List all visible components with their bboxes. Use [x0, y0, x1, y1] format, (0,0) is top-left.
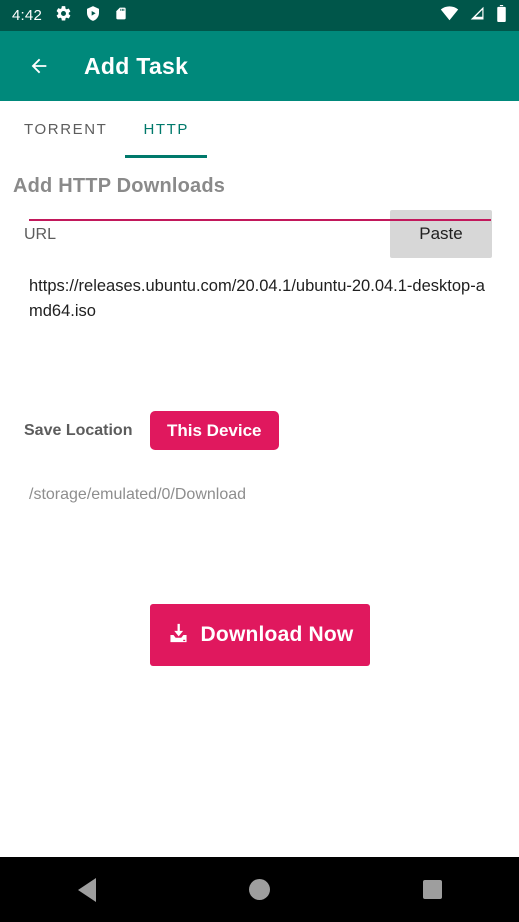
status-bar: 4:42: [0, 0, 519, 31]
download-now-button[interactable]: Download Now: [150, 604, 370, 666]
tab-torrent-label: TORRENT: [24, 121, 108, 138]
wifi-icon: [440, 5, 459, 26]
url-input-underline: [29, 219, 491, 221]
shield-play-icon: [85, 5, 101, 27]
page-title: Add Task: [84, 52, 189, 79]
sd-card-icon: [114, 5, 128, 27]
recents-square-icon: [423, 880, 442, 899]
download-now-label: Download Now: [200, 623, 354, 646]
gear-icon: [55, 5, 72, 27]
nav-recents-button[interactable]: [346, 880, 519, 899]
battery-icon: [496, 4, 507, 27]
nav-back-button[interactable]: [0, 877, 173, 902]
back-arrow-icon[interactable]: [22, 49, 56, 83]
url-input-value: https://releases.ubuntu.com/20.04.1/ubun…: [29, 277, 485, 320]
tab-http[interactable]: HTTP: [125, 101, 208, 158]
section-heading: Add HTTP Downloads: [13, 175, 226, 197]
save-location-path: /storage/emulated/0/Download: [29, 486, 247, 503]
status-bar-left: 4:42: [12, 5, 128, 27]
tab-bar: TORRENT HTTP: [0, 101, 519, 158]
android-nav-bar: [0, 857, 519, 922]
paste-button[interactable]: Paste: [390, 210, 492, 258]
download-icon: [167, 622, 190, 648]
main-content: Add HTTP Downloads URL Paste https://rel…: [0, 158, 519, 857]
home-circle-icon: [249, 879, 270, 900]
this-device-button[interactable]: This Device: [150, 411, 279, 450]
app-bar: Add Task: [0, 31, 519, 101]
url-label: URL: [24, 226, 57, 243]
phone-screen: 4:42 Add Task TORRENT HTTP Add HTTP Down…: [0, 0, 519, 922]
url-row: URL Paste: [0, 208, 519, 264]
cellular-signal-icon: [469, 6, 486, 26]
tab-torrent[interactable]: TORRENT: [6, 101, 125, 158]
status-clock: 4:42: [12, 7, 42, 24]
tab-http-label: HTTP: [143, 121, 190, 138]
save-location-label: Save Location: [24, 422, 133, 439]
status-bar-right: [440, 4, 507, 27]
back-triangle-icon: [77, 877, 96, 902]
nav-home-button[interactable]: [173, 879, 346, 900]
save-location-row: Save Location This Device: [0, 410, 519, 452]
url-input[interactable]: https://releases.ubuntu.com/20.04.1/ubun…: [29, 274, 491, 324]
